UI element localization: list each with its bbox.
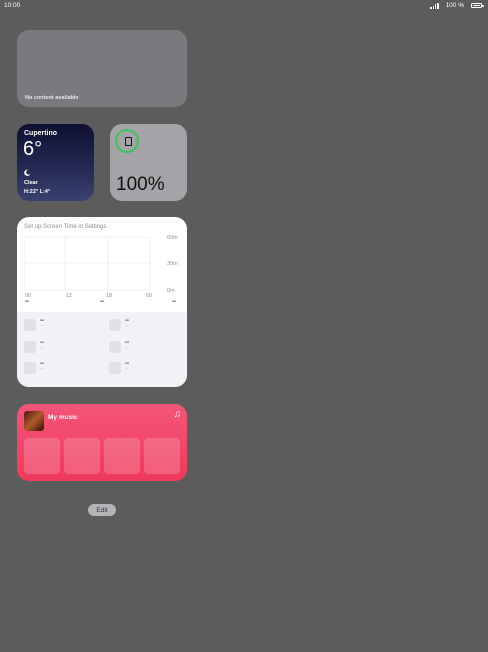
chart-gridlines: [24, 236, 151, 291]
music-widget[interactable]: My music ♫: [17, 404, 187, 481]
y-label: 60m: [167, 235, 178, 241]
screen-time-hint: Set up Screen Time in Settings.: [24, 224, 109, 230]
moon-icon: [24, 169, 31, 178]
app-usage-list: -- -- -- -- -- -- -- -- -- -- -- --: [17, 312, 187, 387]
total-value: --: [172, 299, 176, 305]
app-usage-item: -- --: [24, 361, 44, 374]
battery-widget[interactable]: 100%: [110, 124, 187, 201]
status-time: 10:00: [4, 2, 21, 9]
app-icon: [24, 341, 36, 353]
app-time: --: [40, 345, 44, 351]
music-tile[interactable]: [24, 438, 60, 474]
album-artwork[interactable]: [24, 411, 44, 431]
music-title: My music: [48, 414, 78, 421]
music-tile[interactable]: [64, 438, 100, 474]
app-time: --: [40, 323, 44, 329]
battery-ring: [115, 129, 139, 153]
app-usage-item: -- --: [109, 361, 129, 374]
music-tiles: [24, 438, 180, 474]
music-note-icon: ♫: [173, 409, 182, 420]
app-time: --: [125, 323, 129, 329]
app-time: --: [125, 345, 129, 351]
y-label: 0m: [167, 288, 175, 294]
battery-percentage: 100%: [116, 174, 165, 195]
app-usage-item: -- --: [109, 318, 129, 331]
app-icon: [109, 319, 121, 331]
empty-widget[interactable]: No content available: [17, 30, 187, 107]
app-icon: [109, 341, 121, 353]
edit-button[interactable]: Edit: [88, 504, 116, 516]
music-tile[interactable]: [144, 438, 180, 474]
empty-widget-message: No content available: [25, 95, 79, 101]
weather-city: Cupertino: [24, 130, 58, 137]
battery-text: 100 %: [445, 2, 464, 9]
app-time: --: [40, 366, 44, 372]
weather-temperature: 6°: [23, 138, 43, 160]
app-icon: [24, 362, 36, 374]
screen-time-widget[interactable]: Set up Screen Time in Settings. 60m 30m …: [17, 217, 187, 387]
app-usage-item: -- --: [24, 318, 44, 331]
status-indicators: 100 %: [430, 2, 484, 9]
weather-condition: Clear: [24, 180, 38, 186]
music-tile[interactable]: [104, 438, 140, 474]
app-icon: [109, 362, 121, 374]
y-label: 30m: [167, 261, 178, 267]
app-icon: [24, 319, 36, 331]
weather-high-low: H:22° L:4°: [24, 189, 51, 195]
app-usage-item: -- --: [24, 340, 44, 353]
app-usage-item: -- --: [109, 340, 129, 353]
battery-icon: [471, 3, 484, 8]
weather-widget[interactable]: Cupertino 6° Clear H:22° L:4°: [17, 124, 94, 201]
total-value: --: [100, 299, 104, 305]
screen-time-totals: -- -- --: [24, 299, 180, 307]
ipad-icon: [125, 137, 132, 146]
signal-icon: [430, 2, 439, 9]
status-bar: 10:00 100 %: [0, 0, 488, 12]
total-value: --: [25, 299, 29, 305]
app-time: --: [125, 366, 129, 372]
